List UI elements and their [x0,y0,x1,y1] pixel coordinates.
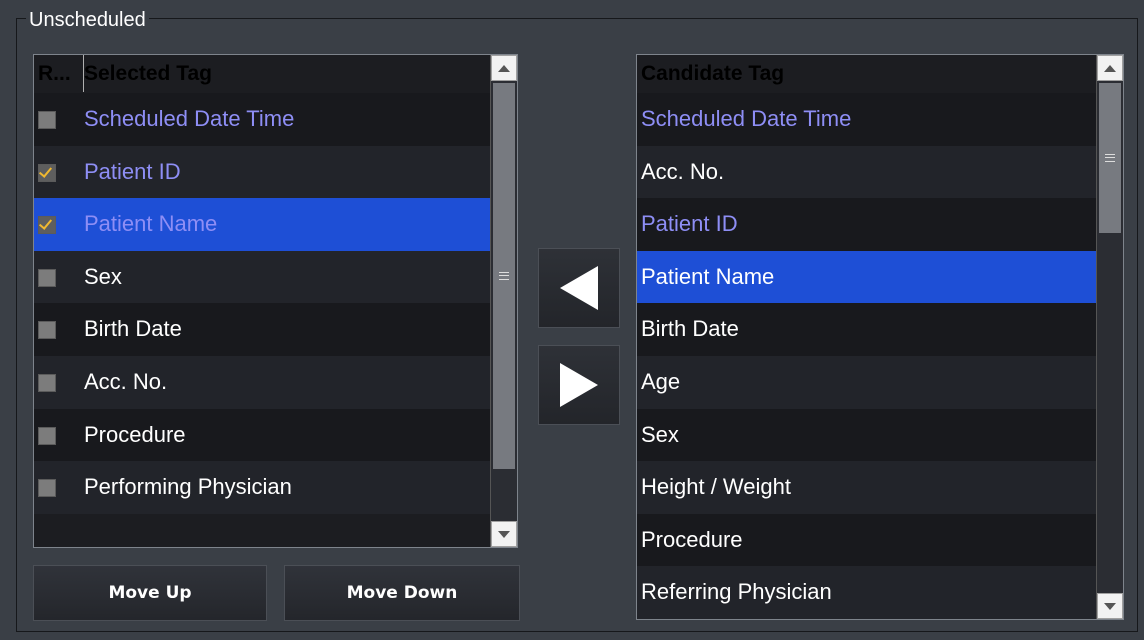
list-item[interactable]: Sex [34,250,490,304]
required-checkbox[interactable] [38,373,56,392]
selected-list-scrollbar[interactable] [490,55,517,547]
list-item[interactable]: Procedure [34,408,490,462]
list-item[interactable]: Birth Date [34,303,490,356]
list-item-label: Sex [641,421,679,447]
scroll-up-button[interactable] [491,55,517,81]
required-checkbox[interactable] [38,111,56,129]
list-item[interactable]: Referring Physician [637,566,1096,619]
list-item[interactable]: Acc. No. [34,355,490,409]
candidate-tag-list[interactable]: Candidate Tag Scheduled Date Time Acc. No… [636,54,1124,620]
group-title: Unscheduled [26,8,149,32]
list-item-label: Procedure [84,421,186,447]
list-item[interactable]: Scheduled Date Time [637,93,1096,146]
required-checkbox[interactable] [38,321,56,340]
list-item[interactable]: Performing Physician [34,461,490,514]
required-checkbox[interactable] [38,268,56,287]
list-item[interactable]: Sex [637,408,1096,462]
selected-tag-rows: Scheduled Date Time Patient ID Patient Nam… [34,93,490,514]
list-item[interactable]: Patient Name [637,250,1096,304]
grip-icon [1105,154,1115,162]
list-item[interactable]: Scheduled Date Time [34,93,490,146]
scroll-down-icon [498,530,510,538]
list-item[interactable]: Age [637,355,1096,409]
list-item[interactable]: Birth Date [637,303,1096,356]
list-item[interactable]: Patient Name [34,198,490,251]
selected-tag-list[interactable]: R... Selected Tag Scheduled Date Time Pat… [33,54,518,548]
list-item-label: Patient Name [84,211,218,237]
list-item-label: Acc. No. [641,158,725,184]
scroll-thumb[interactable] [493,83,515,469]
scroll-thumb[interactable] [1099,83,1121,233]
list-item[interactable]: Patient ID [637,198,1096,251]
scroll-down-icon [1104,602,1116,610]
header-candidate-tag-column[interactable]: Candidate Tag [637,55,1087,92]
list-item-label: Scheduled Date Time [641,106,852,131]
candidate-list-scrollbar[interactable] [1096,55,1123,619]
list-item-label: Patient ID [84,158,181,184]
scroll-down-button[interactable] [1097,593,1123,619]
list-item-label: Height / Weight [641,474,792,500]
list-item[interactable]: Procedure [637,513,1096,567]
list-item[interactable]: Acc. No. [637,145,1096,199]
list-item-label: Scheduled Date Time [84,106,295,131]
candidate-tag-rows: Scheduled Date Time Acc. No. Patient ID Pat… [637,93,1096,619]
left-arrow-icon [560,266,598,310]
grip-icon [499,272,509,280]
required-checkbox[interactable] [38,426,56,445]
list-item-label: Referring Physician [641,579,832,605]
header-selected-tag-column[interactable]: Selected Tag [84,55,484,92]
list-item-label: Sex [84,263,122,289]
list-item-label: Acc. No. [84,368,168,394]
list-item-label: Patient Name [641,263,775,289]
scroll-down-button[interactable] [491,521,517,547]
scroll-up-button[interactable] [1097,55,1123,81]
required-checkbox[interactable] [38,163,56,182]
move-up-button[interactable]: Move Up [33,565,267,621]
required-checkbox[interactable] [38,479,56,498]
list-item-label: Age [641,368,681,394]
header-required-column[interactable]: R... [34,55,84,92]
list-item-label: Procedure [641,526,743,552]
move-down-button[interactable]: Move Down [284,565,520,621]
remove-tag-button[interactable] [538,345,620,425]
scroll-up-icon [498,64,510,72]
list-item-label: Performing Physician [84,474,292,500]
right-arrow-icon [560,363,598,407]
list-item[interactable]: Patient ID [34,145,490,199]
list-item[interactable]: Height / Weight [637,461,1096,514]
list-item-label: Birth Date [641,316,739,342]
add-tag-button[interactable] [538,248,620,328]
list-item-label: Birth Date [84,316,182,342]
scroll-up-icon [1104,64,1116,72]
required-checkbox[interactable] [38,216,56,235]
list-item-label: Patient ID [641,211,738,237]
